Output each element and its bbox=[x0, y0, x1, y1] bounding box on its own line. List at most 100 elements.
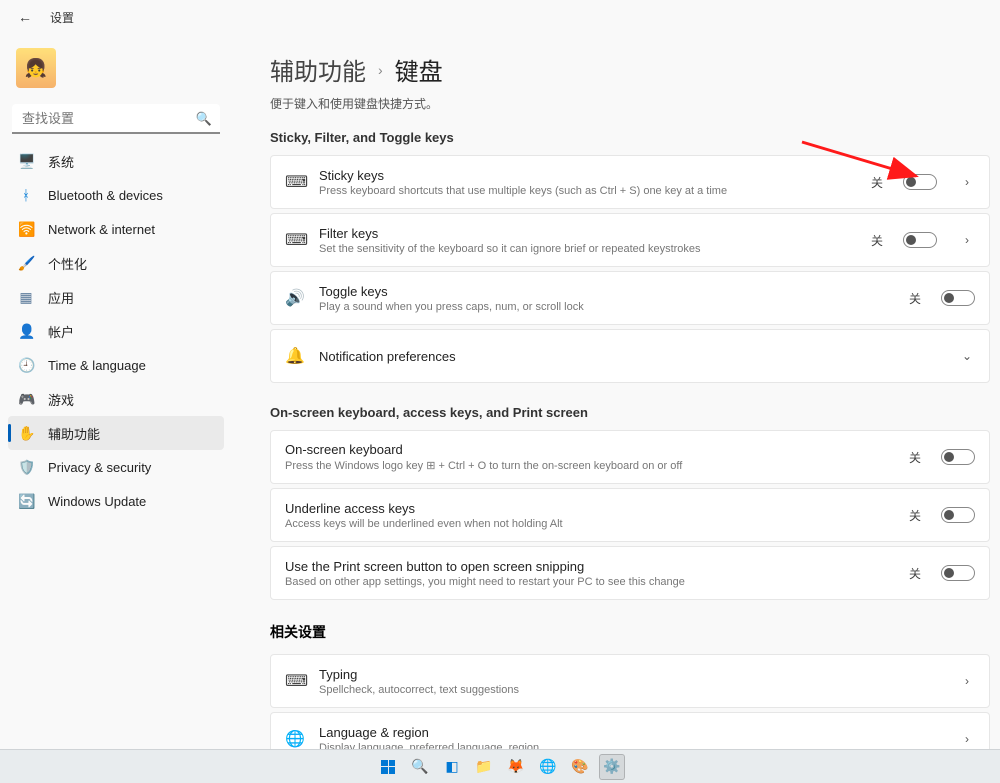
wifi-icon: 🛜 bbox=[18, 221, 34, 238]
nav-label: Privacy & security bbox=[48, 460, 151, 475]
nav-bluetooth[interactable]: ᚼ Bluetooth & devices bbox=[8, 178, 224, 212]
section-osk-head: On-screen keyboard, access keys, and Pri… bbox=[270, 405, 990, 420]
setting-title: Notification preferences bbox=[319, 349, 937, 364]
related-typing[interactable]: ⌨ Typing Spellcheck, autocorrect, text s… bbox=[270, 654, 990, 708]
setting-title: Sticky keys bbox=[319, 168, 857, 183]
setting-title: Language & region bbox=[319, 725, 937, 740]
person-icon: 👤 bbox=[18, 323, 34, 340]
main-content: 辅助功能 › 键盘 便于键入和使用键盘快捷方式。 Sticky, Filter,… bbox=[232, 34, 1000, 749]
toggle-state: 关 bbox=[909, 290, 921, 307]
setting-desc: Set the sensitivity of the keyboard so i… bbox=[319, 243, 857, 255]
nav-label: 游戏 bbox=[48, 390, 74, 409]
chevron-down-icon[interactable]: ⌄ bbox=[959, 349, 975, 363]
setting-filter-keys[interactable]: ⌨ Filter keys Set the sensitivity of the… bbox=[270, 213, 990, 267]
setting-title: Underline access keys bbox=[285, 501, 895, 516]
setting-desc: Display language, preferred language, re… bbox=[319, 742, 937, 750]
toggle-state: 关 bbox=[909, 507, 921, 524]
sticky-toggle[interactable] bbox=[903, 174, 937, 190]
chevron-right-icon: › bbox=[378, 62, 383, 78]
nav-network[interactable]: 🛜 Network & internet bbox=[8, 212, 224, 246]
back-button[interactable]: ← bbox=[18, 9, 32, 25]
chevron-right-icon[interactable]: › bbox=[959, 732, 975, 746]
togglekeys-toggle[interactable] bbox=[941, 290, 975, 306]
related-head: 相关设置 bbox=[270, 622, 990, 642]
setting-title: On-screen keyboard bbox=[285, 442, 895, 457]
nav-time[interactable]: 🕘Time & language bbox=[8, 348, 224, 382]
related-language[interactable]: 🌐 Language & region Display language, pr… bbox=[270, 712, 990, 749]
setting-desc: Access keys will be underlined even when… bbox=[285, 518, 895, 530]
firefox-icon[interactable]: 🦊 bbox=[503, 754, 529, 780]
setting-sticky-keys[interactable]: ⌨ Sticky keys Press keyboard shortcuts t… bbox=[270, 155, 990, 209]
nav-label: Network & internet bbox=[48, 222, 155, 237]
setting-toggle-keys[interactable]: 🔊 Toggle keys Play a sound when you pres… bbox=[270, 271, 990, 325]
shield-icon: 🛡️ bbox=[18, 459, 34, 476]
sidebar: 👧 🔍 🖥️ 系统 ᚼ Bluetooth & devices 🛜 Network &… bbox=[0, 34, 232, 749]
setting-desc: Spellcheck, autocorrect, text suggestion… bbox=[319, 684, 937, 696]
nav-accessibility[interactable]: ✋ 辅助功能 bbox=[8, 416, 224, 450]
setting-underline-keys[interactable]: Underline access keys Access keys will b… bbox=[270, 488, 990, 542]
gamepad-icon: 🎮 bbox=[18, 391, 34, 408]
prtsc-toggle[interactable] bbox=[941, 565, 975, 581]
nav-system[interactable]: 🖥️ 系统 bbox=[8, 144, 224, 178]
setting-prtsc[interactable]: Use the Print screen button to open scre… bbox=[270, 546, 990, 600]
filter-toggle[interactable] bbox=[903, 232, 937, 248]
osk-toggle[interactable] bbox=[941, 449, 975, 465]
toggle-state: 关 bbox=[871, 174, 883, 191]
taskbar: 🔍 ◧ 📁 🦊 🌐 🎨 ⚙️ bbox=[0, 749, 1000, 783]
setting-notification-prefs[interactable]: 🔔 Notification preferences ⌄ bbox=[270, 329, 990, 383]
setting-desc: Press the Windows logo key ⊞ + Ctrl + O … bbox=[285, 459, 895, 472]
task-view[interactable]: ◧ bbox=[439, 754, 465, 780]
search-icon: 🔍 bbox=[196, 111, 212, 127]
toggle-state: 关 bbox=[871, 232, 883, 249]
breadcrumb-parent[interactable]: 辅助功能 bbox=[270, 52, 366, 87]
speaker-icon: 🔊 bbox=[285, 288, 305, 308]
toggle-state: 关 bbox=[909, 565, 921, 582]
bell-icon: 🔔 bbox=[285, 346, 305, 366]
keyboard-icon: ⌨ bbox=[285, 671, 305, 691]
brush-icon: 🖌️ bbox=[18, 255, 34, 272]
nav-gaming[interactable]: 🎮 游戏 bbox=[8, 382, 224, 416]
taskbar-search[interactable]: 🔍 bbox=[407, 754, 433, 780]
setting-desc: Based on other app settings, you might n… bbox=[285, 576, 895, 588]
keyboard-icon: ⌨ bbox=[285, 172, 305, 192]
underline-toggle[interactable] bbox=[941, 507, 975, 523]
file-explorer[interactable]: 📁 bbox=[471, 754, 497, 780]
chevron-right-icon[interactable]: › bbox=[959, 175, 975, 189]
nav-label: 应用 bbox=[48, 288, 74, 307]
setting-osk[interactable]: On-screen keyboard Press the Windows log… bbox=[270, 430, 990, 484]
nav-personalize[interactable]: 🖌️ 个性化 bbox=[8, 246, 224, 280]
search-input[interactable] bbox=[12, 104, 220, 134]
paint-icon[interactable]: 🎨 bbox=[567, 754, 593, 780]
user-avatar[interactable]: 👧 bbox=[16, 48, 56, 88]
nav-label: 系统 bbox=[48, 152, 74, 171]
setting-title: Toggle keys bbox=[319, 284, 895, 299]
nav-accounts[interactable]: 👤 帐户 bbox=[8, 314, 224, 348]
setting-desc: Press keyboard shortcuts that use multip… bbox=[319, 185, 857, 197]
settings-taskbar-icon[interactable]: ⚙️ bbox=[599, 754, 625, 780]
nav-apps[interactable]: ▦ 应用 bbox=[8, 280, 224, 314]
page-subtitle: 便于键入和使用键盘快捷方式。 bbox=[270, 95, 990, 112]
setting-desc: Play a sound when you press caps, num, o… bbox=[319, 301, 895, 313]
setting-title: Typing bbox=[319, 667, 937, 682]
nav-label: Windows Update bbox=[48, 494, 146, 509]
nav-label: Time & language bbox=[48, 358, 146, 373]
window-title: 设置 bbox=[50, 9, 74, 26]
apps-icon: ▦ bbox=[18, 289, 34, 306]
nav-privacy[interactable]: 🛡️ Privacy & security bbox=[8, 450, 224, 484]
system-icon: 🖥️ bbox=[18, 153, 34, 170]
breadcrumb-current: 键盘 bbox=[395, 52, 443, 87]
nav-update[interactable]: 🔄 Windows Update bbox=[8, 484, 224, 518]
chrome-icon[interactable]: 🌐 bbox=[535, 754, 561, 780]
keyboard-icon: ⌨ bbox=[285, 230, 305, 250]
nav-label: 个性化 bbox=[48, 254, 87, 273]
toggle-state: 关 bbox=[909, 449, 921, 466]
nav-label: 帐户 bbox=[48, 322, 74, 341]
chevron-right-icon[interactable]: › bbox=[959, 233, 975, 247]
nav-label: Bluetooth & devices bbox=[48, 188, 163, 203]
start-button[interactable] bbox=[375, 754, 401, 780]
update-icon: 🔄 bbox=[18, 493, 34, 510]
bluetooth-icon: ᚼ bbox=[18, 187, 34, 203]
accessibility-icon: ✋ bbox=[18, 425, 34, 442]
nav-label: 辅助功能 bbox=[48, 424, 100, 443]
chevron-right-icon[interactable]: › bbox=[959, 674, 975, 688]
